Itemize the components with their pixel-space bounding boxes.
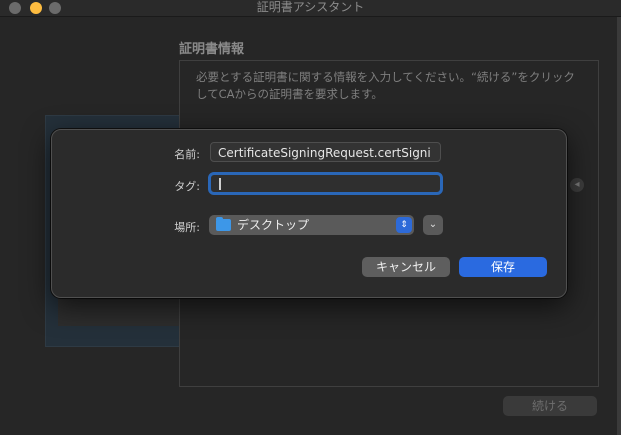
folder-icon [216, 217, 231, 231]
save-button[interactable]: 保存 [459, 257, 547, 277]
text-caret [219, 178, 221, 190]
continue-button[interactable]: 続ける [503, 396, 597, 416]
expand-dialog-button[interactable]: ⌄ [423, 215, 443, 235]
cancel-button[interactable]: キャンセル [362, 257, 450, 277]
file-name-field[interactable]: CertificateSigningRequest.certSigni [210, 142, 441, 162]
popup-arrow-icon: ◂ [570, 178, 584, 192]
chevron-up-down-icon: ⇕ [396, 217, 412, 233]
where-label: 場所: [174, 221, 200, 234]
section-title: 証明書情報 [179, 42, 245, 57]
chevron-down-icon: ⌄ [428, 219, 438, 230]
window-edge [617, 17, 621, 435]
location-value: デスクトップ [237, 218, 310, 232]
tags-field[interactable] [208, 172, 443, 195]
certificate-assistant-window: 証明書アシスタント 証明書情報 必要とする証明書に関する情報を入力してください。… [0, 0, 621, 435]
tags-label: タグ: [174, 180, 200, 193]
name-label: 名前: [174, 148, 200, 161]
window-title: 証明書アシスタント [256, 0, 365, 14]
instructions-text: 必要とする証明書に関する情報を入力してください。“続ける”をクリックしてCAから… [196, 70, 575, 101]
save-dialog-sheet: 名前: CertificateSigningRequest.certSigni … [51, 129, 567, 298]
title-bar: 証明書アシスタント [0, 0, 621, 17]
location-popup-button[interactable]: デスクトップ ⇕ [209, 215, 414, 235]
